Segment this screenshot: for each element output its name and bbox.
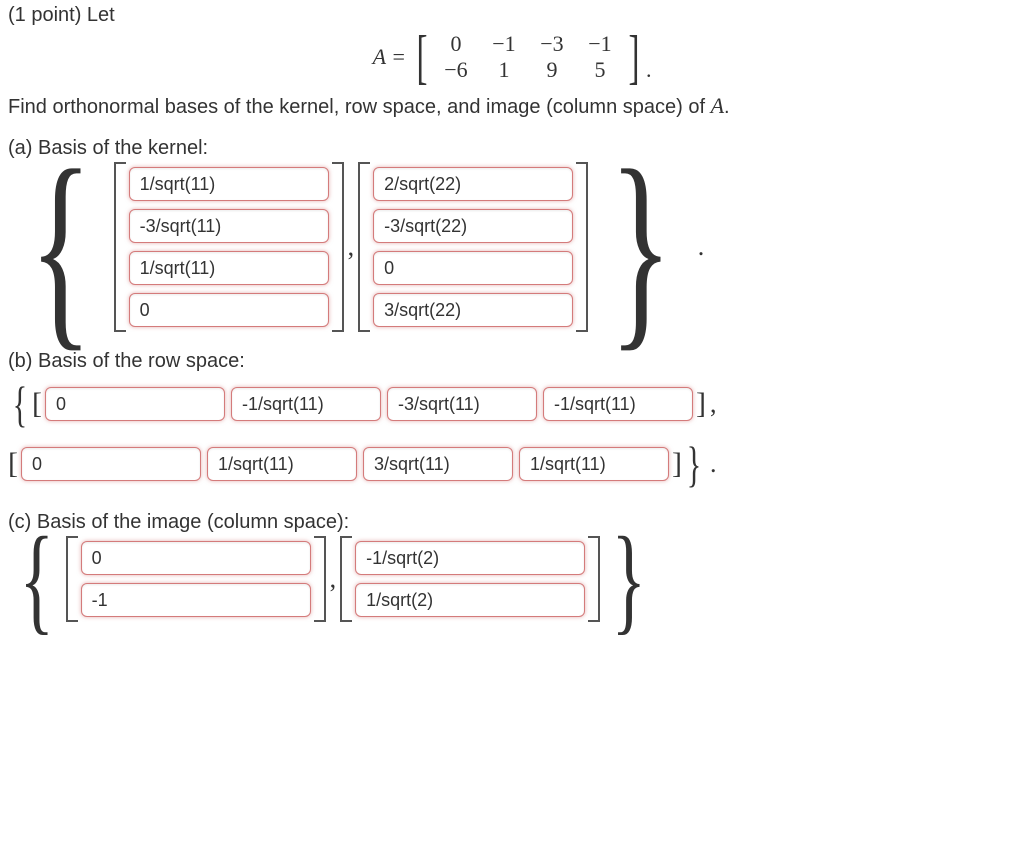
right-bracket-icon: ] [672, 447, 682, 481]
matrix-cell: 0 [432, 31, 480, 57]
matrix-cell: 5 [576, 57, 624, 83]
matrix-display: A = [ 0 −1 −3 −1 −6 1 9 5 ] . [8, 31, 1016, 83]
answer-input[interactable]: -3/sqrt(22) [373, 209, 573, 243]
part-c-label: (c) Basis of the image (column space): [8, 511, 1016, 534]
period: . [694, 232, 709, 262]
answer-input[interactable]: 3/sqrt(11) [363, 447, 513, 481]
answer-input[interactable]: 1/sqrt(11) [129, 251, 329, 285]
answer-input[interactable]: -1/sqrt(11) [543, 387, 693, 421]
problem-prefix: (1 point) Let [8, 4, 1016, 27]
comma: , [706, 389, 721, 419]
matrix-suffix: . [646, 57, 652, 83]
answer-input[interactable]: 0 [45, 387, 225, 421]
right-bracket-icon: ] [628, 35, 639, 79]
answer-input[interactable]: 0 [21, 447, 201, 481]
part-a-label: (a) Basis of the kernel: [8, 137, 1016, 160]
right-brace-icon: } [687, 435, 701, 493]
matrix-cell: −1 [480, 31, 528, 57]
answer-input[interactable]: 3/sqrt(22) [373, 293, 573, 327]
answer-input[interactable]: 1/sqrt(11) [519, 447, 669, 481]
kernel-vector-2: 2/sqrt(22) -3/sqrt(22) 0 3/sqrt(22) [370, 163, 576, 331]
right-bracket-icon: ] [696, 387, 706, 421]
right-bracket-icon [314, 536, 326, 622]
answer-input[interactable]: 0 [81, 541, 311, 575]
right-bracket-icon [588, 536, 600, 622]
left-brace-icon: { [13, 375, 27, 433]
image-vector-1: 0 -1 [78, 537, 314, 621]
right-brace-icon: } [612, 539, 647, 619]
image-vector-2: -1/sqrt(2) 1/sqrt(2) [352, 537, 588, 621]
right-bracket-icon [576, 162, 588, 332]
left-bracket-icon: [ [416, 35, 427, 79]
left-bracket-icon [358, 162, 370, 332]
row-space-vector-1: { [ 0 -1/sqrt(11) -3/sqrt(11) -1/sqrt(11… [8, 375, 1016, 433]
left-bracket-icon [340, 536, 352, 622]
left-bracket-icon [114, 162, 126, 332]
answer-input[interactable]: 1/sqrt(2) [355, 583, 585, 617]
answer-input[interactable]: -3/sqrt(11) [387, 387, 537, 421]
part-b-label: (b) Basis of the row space: [8, 350, 1016, 373]
matrix-cell: 1 [480, 57, 528, 83]
left-bracket-icon: [ [8, 447, 18, 481]
answer-input[interactable]: -3/sqrt(11) [129, 209, 329, 243]
right-bracket-icon [332, 162, 344, 332]
left-bracket-icon: [ [32, 387, 42, 421]
answer-input[interactable]: 1/sqrt(11) [207, 447, 357, 481]
matrix-cell: 9 [528, 57, 576, 83]
answer-input[interactable]: -1/sqrt(11) [231, 387, 381, 421]
answer-input[interactable]: -1/sqrt(2) [355, 541, 585, 575]
answer-input[interactable]: 2/sqrt(22) [373, 167, 573, 201]
kernel-vector-1: 1/sqrt(11) -3/sqrt(11) 1/sqrt(11) 0 [126, 163, 332, 331]
instruction-text: Find orthonormal bases of the kernel, ro… [8, 93, 1016, 119]
period: . [706, 449, 721, 479]
matrix-cell: −6 [432, 57, 480, 83]
answer-input[interactable]: 0 [129, 293, 329, 327]
answer-input[interactable]: 1/sqrt(11) [129, 167, 329, 201]
left-bracket-icon [66, 536, 78, 622]
left-brace-icon: { [29, 167, 92, 327]
comma: , [326, 564, 341, 594]
matrix-cell: −1 [576, 31, 624, 57]
answer-input[interactable]: 0 [373, 251, 573, 285]
left-brace-icon: { [20, 539, 55, 619]
matrix-label: A = [373, 44, 406, 70]
matrix-cell: −3 [528, 31, 576, 57]
answer-input[interactable]: -1 [81, 583, 311, 617]
comma: , [344, 232, 359, 262]
right-brace-icon: } [609, 167, 672, 327]
row-space-vector-2: [ 0 1/sqrt(11) 3/sqrt(11) 1/sqrt(11) ] }… [8, 435, 1016, 493]
